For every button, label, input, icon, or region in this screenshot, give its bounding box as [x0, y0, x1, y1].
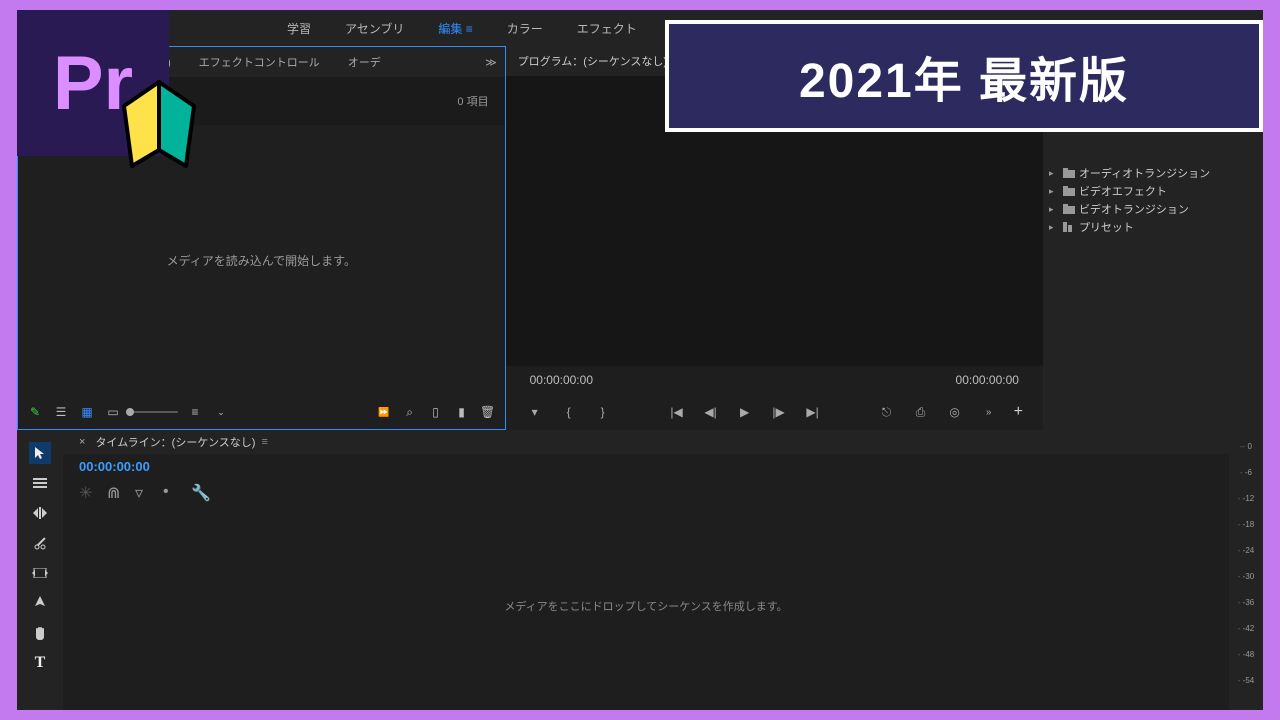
out-point-icon[interactable]: } [594, 405, 612, 419]
automate-icon[interactable]: ⏩ [375, 403, 393, 421]
meter-mark: -24 [1238, 546, 1254, 555]
fx-label: ビデオトランジション [1079, 201, 1189, 217]
audio-meter: 0 -6 -12 -18 -24 -30 -36 -42 -48 -54 [1229, 430, 1263, 710]
project-empty-text: メディアを読み込んで開始します。 [167, 252, 356, 269]
timeline-tracks[interactable]: メディアをここにドロップしてシーケンスを作成します。 [63, 502, 1229, 710]
lift-icon[interactable]: ⎋ [878, 405, 896, 420]
step-fwd-icon[interactable]: |▶ [770, 405, 788, 419]
find-icon[interactable]: ⌕ [401, 403, 419, 421]
sort-icon[interactable]: ≡ [186, 403, 204, 421]
program-time-row: 00:00:00:00 00:00:00:00 [506, 366, 1043, 394]
marker-icon[interactable]: ▾ [526, 405, 544, 419]
timeline-timecode[interactable]: 00:00:00:00 [63, 454, 1229, 478]
new-item-icon[interactable]: ▮ [453, 403, 471, 421]
ws-effects[interactable]: エフェクト [577, 20, 637, 37]
beginner-leaf-icon [116, 78, 202, 178]
fx-label: プリセット [1079, 219, 1134, 235]
snap-icon[interactable]: ✳ [79, 483, 93, 497]
overflow-icon[interactable]: » [980, 407, 998, 418]
icon-view-icon[interactable]: ▦ [78, 403, 96, 421]
meter-mark: -48 [1238, 650, 1254, 659]
track-select-tool[interactable] [29, 472, 51, 494]
meter-mark: -30 [1238, 572, 1254, 581]
timeline-options: ✳ ⋒ ▿ • 🔧 [63, 478, 1229, 502]
tab-program[interactable]: プログラム：(シーケンスなし) [518, 53, 667, 69]
folder-icon [1063, 204, 1075, 214]
clear-icon[interactable]: 🗑 [479, 403, 497, 421]
hand-tool[interactable] [29, 622, 51, 644]
meter-mark: -6 [1240, 468, 1252, 477]
close-tab-icon[interactable]: × [79, 436, 85, 448]
program-time-current: 00:00:00:00 [530, 373, 593, 387]
selection-tool[interactable] [29, 442, 51, 464]
tab-effect-controls[interactable]: エフェクトコントロール [185, 54, 334, 70]
go-to-in-icon[interactable]: |◀ [668, 405, 686, 419]
program-time-total: 00:00:00:00 [956, 373, 1019, 387]
fx-item-audio-transitions[interactable]: ▸ オーディオトランジション [1043, 164, 1263, 182]
preset-icon [1063, 222, 1075, 232]
new-bin-icon[interactable]: ▯ [427, 403, 445, 421]
razor-tool[interactable] [29, 532, 51, 554]
meter-mark: -42 [1238, 624, 1254, 633]
type-tool[interactable]: T [29, 652, 51, 674]
tab-audio[interactable]: オーデ [334, 54, 395, 70]
meter-mark: -12 [1238, 494, 1254, 503]
timeline-panel: × タイムライン：(シーケンスなし) ≡ 00:00:00:00 ✳ ⋒ ▿ •… [63, 430, 1229, 710]
chevron-right-icon: ▸ [1049, 222, 1059, 233]
zoom-slider[interactable] [130, 411, 178, 413]
step-back-icon[interactable]: ◀| [702, 405, 720, 419]
folder-icon [1063, 186, 1075, 196]
pen-tool[interactable] [29, 592, 51, 614]
folder-icon [1063, 168, 1075, 178]
project-footer: ✎ ☰ ▦ ▭ ≡ ⌄ ⏩ ⌕ ▯ ▮ 🗑 [18, 395, 505, 429]
add-button-icon[interactable]: + [1014, 403, 1023, 421]
in-point-icon[interactable]: { [560, 405, 578, 419]
meter-mark: -36 [1238, 598, 1254, 607]
meter-mark: 0 [1240, 442, 1252, 451]
ws-learn[interactable]: 学習 [287, 20, 311, 37]
timeline-tabs: × タイムライン：(シーケンスなし) ≡ [63, 430, 1229, 454]
ripple-edit-tool[interactable] [29, 502, 51, 524]
tab-timeline[interactable]: タイムライン：(シーケンスなし) [95, 434, 255, 450]
fx-item-video-effects[interactable]: ▸ ビデオエフェクト [1043, 182, 1263, 200]
fx-item-presets[interactable]: ▸ プリセット [1043, 218, 1263, 236]
extract-icon[interactable]: ⎙ [912, 405, 930, 420]
fx-label: ビデオエフェクト [1079, 183, 1167, 199]
list-view-icon[interactable]: ☰ [52, 403, 70, 421]
slip-tool[interactable] [29, 562, 51, 584]
play-icon[interactable]: ▶ [736, 405, 754, 419]
meter-mark: -54 [1238, 676, 1254, 685]
fx-label: オーディオトランジション [1079, 165, 1210, 181]
ws-color[interactable]: カラー [507, 20, 543, 37]
settings-icon[interactable]: • [163, 483, 177, 497]
ws-edit[interactable]: 編集 [438, 20, 472, 37]
chevron-right-icon: ▸ [1049, 204, 1059, 215]
chevron-down-icon[interactable]: ⌄ [212, 403, 230, 421]
export-frame-icon[interactable]: ◎ [946, 405, 964, 419]
overflow-icon[interactable]: ≫ [477, 56, 505, 69]
chevron-right-icon: ▸ [1049, 168, 1059, 179]
program-controls: ▾ { } |◀ ◀| ▶ |▶ ▶| ⎋ ⎙ ◎ » + [506, 394, 1043, 430]
timeline-empty-text: メディアをここにドロップしてシーケンスを作成します。 [504, 598, 787, 614]
tool-palette: T [17, 430, 63, 710]
go-to-out-icon[interactable]: ▶| [804, 405, 822, 419]
project-body[interactable]: メディアを読み込んで開始します。 [18, 125, 505, 395]
wrench-icon[interactable]: 🔧 [191, 483, 205, 497]
freeform-view-icon[interactable]: ▭ [104, 403, 122, 421]
item-count: 0 項目 [457, 93, 488, 109]
panel-menu-icon[interactable]: ≡ [261, 436, 267, 448]
marker-icon[interactable]: ▿ [135, 483, 149, 497]
link-icon[interactable]: ⋒ [107, 483, 121, 497]
write-icon[interactable]: ✎ [26, 403, 44, 421]
meter-mark: -18 [1238, 520, 1254, 529]
chevron-right-icon: ▸ [1049, 186, 1059, 197]
fx-item-video-transitions[interactable]: ▸ ビデオトランジション [1043, 200, 1263, 218]
headline-badge: 2021年 最新版 [665, 20, 1263, 132]
ws-assembly[interactable]: アセンブリ [345, 20, 404, 37]
